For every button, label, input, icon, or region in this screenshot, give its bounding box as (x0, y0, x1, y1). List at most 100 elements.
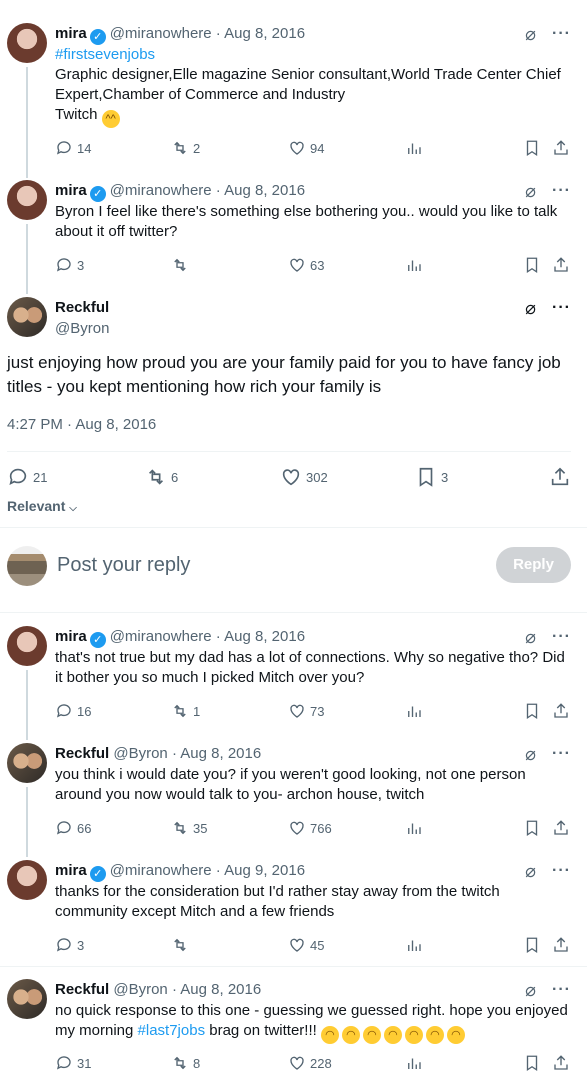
tweet[interactable]: Reckful @Byron · Aug 8, 2016 ⌀ ··· you t… (0, 743, 587, 853)
grok-icon[interactable]: ⌀ (525, 25, 536, 43)
tweet[interactable]: Reckful @Byron · Aug 8, 2016 ⌀ ··· no qu… (0, 979, 587, 1080)
grok-icon[interactable]: ⌀ (525, 745, 536, 763)
reply-button[interactable]: 31 (55, 1053, 91, 1073)
sort-dropdown[interactable]: Relevant ⌵ (7, 498, 77, 514)
author-handle[interactable]: @miranowhere (110, 182, 212, 199)
more-icon[interactable]: ··· (552, 297, 571, 319)
reply-input[interactable]: Post your reply (57, 554, 190, 577)
repost-button[interactable] (171, 935, 193, 955)
author-name[interactable]: mira (55, 25, 87, 42)
hashtag-link[interactable]: #last7jobs (138, 1022, 206, 1039)
repost-button[interactable]: 6 (145, 466, 178, 488)
bookmark-button[interactable] (523, 818, 541, 838)
tweet-date[interactable]: Aug 8, 2016 (224, 25, 305, 42)
like-button[interactable]: 63 (288, 255, 324, 275)
author-handle[interactable]: @miranowhere (110, 628, 212, 645)
tweet-date[interactable]: Aug 8, 2016 (180, 981, 261, 998)
share-button[interactable] (552, 1053, 570, 1073)
repost-button[interactable]: 35 (171, 818, 207, 838)
bookmark-button[interactable] (523, 138, 541, 158)
reply-button[interactable]: 16 (55, 701, 91, 721)
author-handle[interactable]: @miranowhere (110, 25, 212, 42)
avatar[interactable] (7, 626, 47, 666)
author-name[interactable]: Reckful (55, 745, 109, 762)
repost-button[interactable] (171, 255, 193, 275)
tweet-date[interactable]: Aug 8, 2016 (224, 628, 305, 645)
tweet-date[interactable]: Aug 8, 2016 (180, 745, 261, 762)
hashtag-link[interactable]: #firstsevenjobs (55, 46, 155, 63)
tweet[interactable]: mira ✓ @miranowhere · Aug 8, 2016 ⌀ ··· #f… (0, 23, 587, 163)
avatar[interactable] (7, 297, 47, 337)
reply-button[interactable]: 21 (7, 466, 47, 488)
more-icon[interactable]: ··· (552, 979, 571, 1001)
share-button[interactable] (549, 466, 571, 488)
share-icon (551, 467, 569, 486)
more-icon[interactable]: ··· (552, 180, 571, 202)
tweet[interactable]: mira ✓ @miranowhere · Aug 9, 2016 ⌀ ··· th… (0, 860, 587, 965)
grok-icon[interactable]: ⌀ (525, 862, 536, 880)
bookmark-button[interactable]: 3 (415, 466, 448, 488)
avatar[interactable] (7, 860, 47, 900)
views-button[interactable] (405, 701, 423, 721)
avatar[interactable] (7, 979, 47, 1019)
bookmark-button[interactable] (523, 255, 541, 275)
reply-button[interactable]: 3 (55, 255, 84, 275)
views-button[interactable] (405, 818, 423, 838)
like-button[interactable]: 94 (288, 138, 324, 158)
repost-button[interactable]: 2 (171, 138, 200, 158)
like-button[interactable]: 766 (288, 818, 332, 838)
like-button[interactable]: 45 (288, 935, 324, 955)
bookmark-count: 3 (441, 469, 449, 485)
repost-icon (174, 1056, 186, 1070)
reply-button[interactable]: 14 (55, 138, 91, 158)
tweet-date[interactable]: Aug 9, 2016 (224, 862, 305, 879)
author-name[interactable]: Reckful (55, 981, 109, 998)
reply-button[interactable]: 3 (55, 935, 84, 955)
views-button[interactable] (405, 1053, 423, 1073)
views-button[interactable] (405, 935, 423, 955)
avatar[interactable] (7, 546, 47, 586)
author-handle[interactable]: @Byron (55, 319, 587, 339)
more-icon[interactable]: ··· (552, 743, 571, 765)
bookmark-button[interactable] (523, 1053, 541, 1073)
grok-icon[interactable]: ⌀ (525, 981, 536, 999)
like-button[interactable]: 302 (280, 466, 328, 488)
author-handle[interactable]: @Byron (113, 981, 167, 998)
views-button[interactable] (405, 255, 423, 275)
more-icon[interactable]: ··· (552, 23, 571, 45)
reply-submit-button[interactable]: Reply (496, 547, 571, 583)
more-icon[interactable]: ··· (552, 860, 571, 882)
author-name[interactable]: mira (55, 862, 87, 879)
reply-button[interactable]: 66 (55, 818, 91, 838)
tweet-date[interactable]: Aug 8, 2016 (224, 182, 305, 199)
avatar[interactable] (7, 180, 47, 220)
avatar[interactable] (7, 23, 47, 63)
like-count: 45 (310, 937, 325, 953)
author-name[interactable]: mira (55, 182, 87, 199)
grok-icon[interactable]: ⌀ (525, 299, 536, 317)
share-button[interactable] (552, 138, 570, 158)
grok-icon[interactable]: ⌀ (525, 628, 536, 646)
like-count: 73 (310, 703, 325, 719)
author-handle[interactable]: @Byron (113, 745, 167, 762)
tweet[interactable]: mira ✓ @miranowhere · Aug 8, 2016 ⌀ ··· By… (0, 180, 587, 280)
grok-icon[interactable]: ⌀ (525, 182, 536, 200)
like-button[interactable]: 73 (288, 701, 324, 721)
repost-button[interactable]: 1 (171, 701, 200, 721)
like-button[interactable]: 228 (288, 1053, 332, 1073)
bookmark-button[interactable] (523, 701, 541, 721)
share-button[interactable] (552, 255, 570, 275)
share-button[interactable] (552, 935, 570, 955)
author-name[interactable]: mira (55, 628, 87, 645)
more-icon[interactable]: ··· (552, 626, 571, 648)
share-button[interactable] (552, 701, 570, 721)
focal-timestamp[interactable]: 4:27 PM · Aug 8, 2016 (7, 416, 156, 433)
share-button[interactable] (552, 818, 570, 838)
views-button[interactable] (405, 138, 423, 158)
bookmark-button[interactable] (523, 935, 541, 955)
avatar[interactable] (7, 743, 47, 783)
tweet[interactable]: mira ✓ @miranowhere · Aug 8, 2016 ⌀ ··· th… (0, 626, 587, 736)
repost-button[interactable]: 8 (171, 1053, 200, 1073)
author-name[interactable]: Reckful (55, 297, 587, 319)
author-handle[interactable]: @miranowhere (110, 862, 212, 879)
